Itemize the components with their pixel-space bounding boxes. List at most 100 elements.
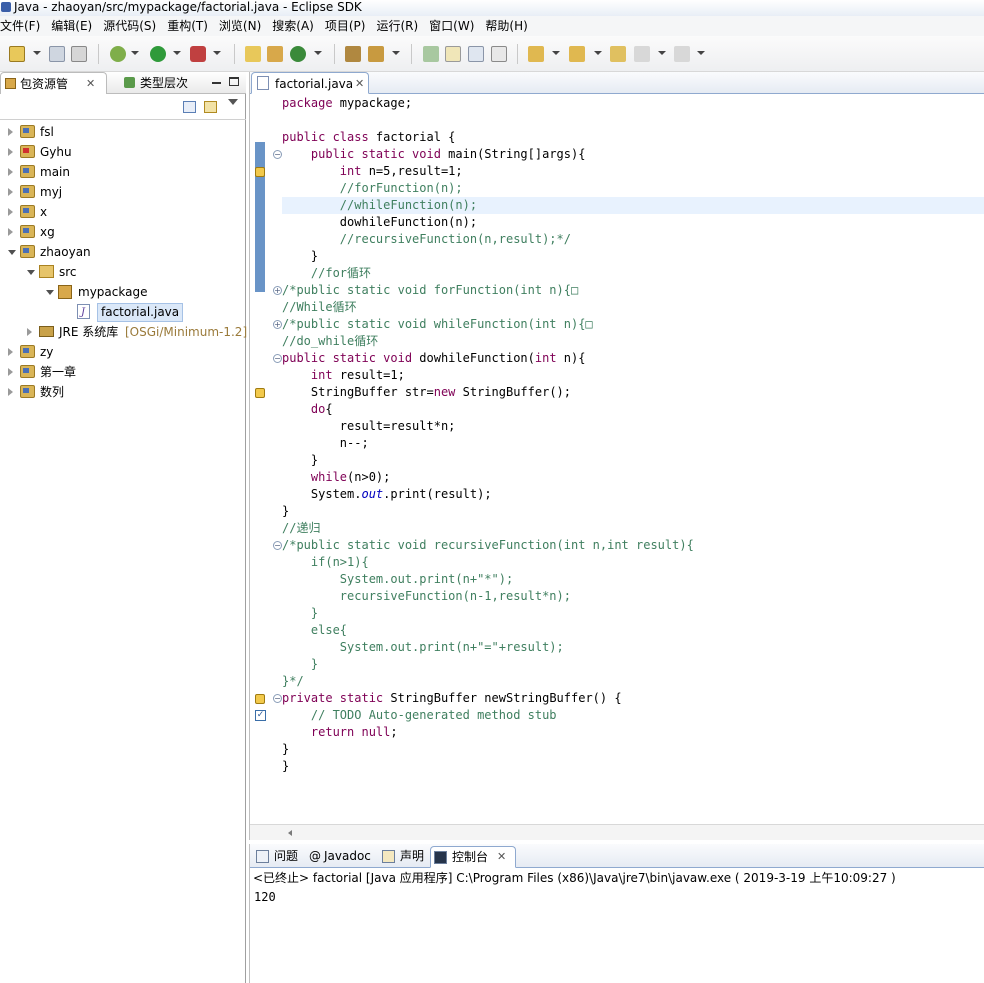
tree-item--[interactable]: 第一章 [0,362,246,382]
tab-problems[interactable]: 问题 [252,846,304,868]
tab-declaration[interactable]: 声明 [380,846,428,868]
code-line[interactable]: dowhileFunction(n); [282,214,984,231]
forward-icon[interactable] [674,46,690,62]
code-line[interactable]: //do_while循环 [282,333,984,350]
warning-icon[interactable] [255,167,265,177]
tree-item-mypackage[interactable]: mypackage [0,282,246,302]
next-annotation-dropdown-arrow-icon[interactable] [552,51,560,55]
fold-collapse-icon[interactable]: − [273,694,282,703]
search-icon[interactable] [368,46,384,62]
external-tools-icon[interactable] [190,46,206,62]
new-java-package-icon[interactable] [267,46,283,62]
tree-item-factorial-java[interactable]: factorial.java [0,302,246,323]
code-line[interactable]: // TODO Auto-generated method stub [282,707,984,724]
code-line[interactable]: } [282,503,984,520]
menu-run[interactable]: 运行(R) [376,16,422,36]
menu-navigate[interactable]: 浏览(N) [219,16,265,36]
fold-collapse-icon[interactable]: − [273,150,282,159]
tree-item-x[interactable]: x [0,202,246,222]
search-dropdown-arrow-icon[interactable] [392,51,400,55]
view-menu-icon[interactable] [228,99,238,105]
menu-refactor[interactable]: 重构(T) [167,16,212,36]
code-line[interactable]: else{ [282,622,984,639]
menu-edit[interactable]: 编辑(E) [51,16,96,36]
tree-item-gyhu[interactable]: Gyhu [0,142,246,162]
collapsed-arrow-icon[interactable] [8,208,13,216]
code-line[interactable]: //forFunction(n); [282,180,984,197]
console-output[interactable]: 120 [254,890,276,905]
expanded-arrow-icon[interactable] [27,270,35,275]
code-line[interactable]: //recursiveFunction(n,result);*/ [282,231,984,248]
code-line[interactable]: return null; [282,724,984,741]
maximize-icon[interactable] [229,77,239,86]
menu-source[interactable]: 源代码(S) [103,16,160,36]
new-java-project-icon[interactable] [245,46,261,62]
code-line[interactable]: recursiveFunction(n-1,result*n); [282,588,984,605]
collapsed-arrow-icon[interactable] [8,168,13,176]
code-line[interactable]: } [282,248,984,265]
warning-icon[interactable] [255,694,265,704]
menu-project[interactable]: 项目(P) [325,16,370,36]
new-class-dropdown-arrow-icon[interactable] [314,51,322,55]
collapsed-arrow-icon[interactable] [8,148,13,156]
last-edit-location-icon[interactable] [610,46,626,62]
code-area[interactable]: package mypackage; public class factorial… [282,95,984,825]
tab-javadoc[interactable]: @ Javadoc [306,846,376,868]
tree-item-jre-[interactable]: JRE 系统库 [OSGi/Minimum-1.2] [0,322,247,342]
code-line[interactable]: System.out.print(n+"*"); [282,571,984,588]
collapsed-arrow-icon[interactable] [8,128,13,136]
collapsed-arrow-icon[interactable] [8,348,13,356]
code-line[interactable] [282,112,984,129]
tree-item-xg[interactable]: xg [0,222,246,242]
code-line[interactable]: public static void main(String[]args){ [282,146,984,163]
tree-item-main[interactable]: main [0,162,246,182]
scroll-left-icon[interactable] [288,830,292,836]
print-icon[interactable] [71,46,87,62]
back-dropdown-arrow-icon[interactable] [658,51,666,55]
external-tools-dropdown-arrow-icon[interactable] [213,51,221,55]
code-line[interactable]: n--; [282,435,984,452]
run-icon[interactable] [150,46,166,62]
previous-annotation-dropdown-arrow-icon[interactable] [594,51,602,55]
horizontal-scrollbar[interactable] [250,824,984,840]
code-line[interactable]: //While循环 [282,299,984,316]
menu-window[interactable]: 窗口(W) [429,16,478,36]
collapse-all-icon[interactable] [183,101,196,113]
code-line[interactable]: }*/ [282,673,984,690]
tab-package-explorer[interactable]: 包资源管 ✕ [0,72,107,94]
tab-factorial-java[interactable]: factorial.java ✕ [251,72,369,94]
expanded-arrow-icon[interactable] [46,290,54,295]
collapsed-arrow-icon[interactable] [8,388,13,396]
code-line[interactable]: /*public static void recursiveFunction(i… [282,537,984,554]
tree-item--[interactable]: 数列 [0,382,246,402]
code-line[interactable]: public static void dowhileFunction(int n… [282,350,984,367]
next-annotation-icon[interactable] [528,46,544,62]
tab-type-hierarchy[interactable]: 类型层次 [120,72,206,94]
code-line[interactable]: System.out.print(result); [282,486,984,503]
tree-item-zhaoyan[interactable]: zhaoyan [0,242,246,262]
forward-dropdown-arrow-icon[interactable] [697,51,705,55]
code-line[interactable]: } [282,741,984,758]
tree-item-myj[interactable]: myj [0,182,246,202]
fold-expand-icon[interactable]: + [273,286,282,295]
save-icon[interactable] [49,46,65,62]
new-dropdown-arrow-icon[interactable] [33,51,41,55]
toggle-mark-occurrences-icon[interactable] [445,46,461,62]
show-whitespace-icon[interactable] [491,46,507,62]
code-line[interactable]: } [282,452,984,469]
open-type-icon[interactable] [345,46,361,62]
previous-annotation-icon[interactable] [569,46,585,62]
tree-item-fsl[interactable]: fsl [0,122,246,142]
fold-collapse-icon[interactable]: − [273,354,282,363]
menu-help[interactable]: 帮助(H) [485,16,531,36]
code-line[interactable]: //whileFunction(n); [282,197,984,214]
code-line[interactable]: System.out.print(n+"="+result); [282,639,984,656]
new-java-class-icon[interactable] [290,46,306,62]
back-icon[interactable] [634,46,650,62]
code-line[interactable]: if(n>1){ [282,554,984,571]
code-line[interactable]: //递归 [282,520,984,537]
collapsed-arrow-icon[interactable] [8,228,13,236]
menu-search[interactable]: 搜索(A) [272,16,318,36]
code-line[interactable]: int result=1; [282,367,984,384]
code-line[interactable]: } [282,758,984,775]
